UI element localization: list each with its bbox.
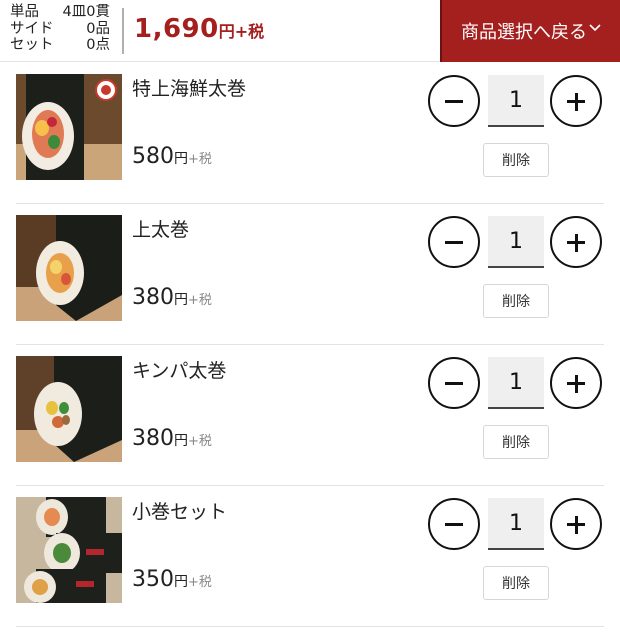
tax-note: +税 — [188, 434, 212, 449]
decrease-quantity-button[interactable] — [428, 498, 480, 550]
summary-row-side: サイド 0品 — [10, 21, 110, 38]
summary-label: 単品 — [10, 4, 39, 20]
price-amount: 580 — [132, 144, 174, 169]
quantity-field[interactable] — [488, 498, 544, 550]
chevron-down-icon — [589, 24, 601, 32]
quantity-field[interactable] — [488, 216, 544, 268]
summary-value: 4皿0貫 — [62, 4, 110, 20]
summary-value: 0品 — [86, 20, 110, 37]
summary-label: サイド — [10, 20, 54, 37]
product-image — [16, 215, 122, 321]
cart-item: 小巻セット 350円+税 削除 — [16, 487, 604, 627]
total-unit: 円+税 — [218, 22, 265, 41]
cart-item: 特上海鮮太巻 580円+税 削除 — [16, 64, 604, 204]
decrease-quantity-button[interactable] — [428, 75, 480, 127]
tax-note: +税 — [188, 575, 212, 590]
quantity-field[interactable] — [488, 75, 544, 127]
item-price: 580円+税 — [132, 144, 212, 169]
increase-quantity-button[interactable] — [550, 216, 602, 268]
item-price: 350円+税 — [132, 567, 212, 592]
order-summary: 単品 4皿0貫 サイド 0品 セット 0点 — [10, 4, 110, 54]
price-amount: 380 — [132, 426, 174, 451]
decrease-quantity-button[interactable] — [428, 357, 480, 409]
summary-value: 0点 — [86, 37, 110, 53]
price-amount: 380 — [132, 285, 174, 310]
summary-label: セット — [10, 37, 54, 53]
back-button-label: 商品選択へ戻る — [461, 22, 587, 43]
increase-quantity-button[interactable] — [550, 357, 602, 409]
item-price: 380円+税 — [132, 285, 212, 310]
cart-item: キンパ太巻 380円+税 削除 — [16, 346, 604, 486]
total-amount: 1,690 — [134, 14, 219, 44]
tax-note: +税 — [188, 293, 212, 308]
delete-item-button[interactable]: 削除 — [483, 566, 549, 600]
summary-row-single: 単品 4皿0貫 — [10, 4, 110, 21]
delete-item-button[interactable]: 削除 — [483, 284, 549, 318]
item-name: 小巻セット — [132, 501, 228, 523]
price-unit: 円 — [174, 574, 188, 590]
item-name: キンパ太巻 — [132, 360, 227, 382]
total-price: 1,690円+税 — [134, 14, 264, 44]
back-to-product-selection-button[interactable]: 商品選択へ戻る — [440, 0, 620, 62]
price-unit: 円 — [174, 151, 188, 167]
cart-item: 上太巻 380円+税 削除 — [16, 205, 604, 345]
product-image — [16, 497, 122, 603]
summary-row-set: セット 0点 — [10, 37, 110, 54]
price-amount: 350 — [132, 567, 174, 592]
product-image — [16, 74, 122, 180]
increase-quantity-button[interactable] — [550, 75, 602, 127]
delete-item-button[interactable]: 削除 — [483, 425, 549, 459]
header-divider — [122, 8, 124, 54]
delete-item-button[interactable]: 削除 — [483, 143, 549, 177]
increase-quantity-button[interactable] — [550, 498, 602, 550]
tax-note: +税 — [188, 152, 212, 167]
item-price: 380円+税 — [132, 426, 212, 451]
quantity-field[interactable] — [488, 357, 544, 409]
decrease-quantity-button[interactable] — [428, 216, 480, 268]
price-unit: 円 — [174, 292, 188, 308]
price-unit: 円 — [174, 433, 188, 449]
item-name: 上太巻 — [132, 219, 190, 241]
cart-header: 単品 4皿0貫 サイド 0品 セット 0点 1,690円+税 商品選択へ戻る — [0, 0, 620, 62]
product-image — [16, 356, 122, 462]
item-name: 特上海鮮太巻 — [132, 78, 247, 100]
